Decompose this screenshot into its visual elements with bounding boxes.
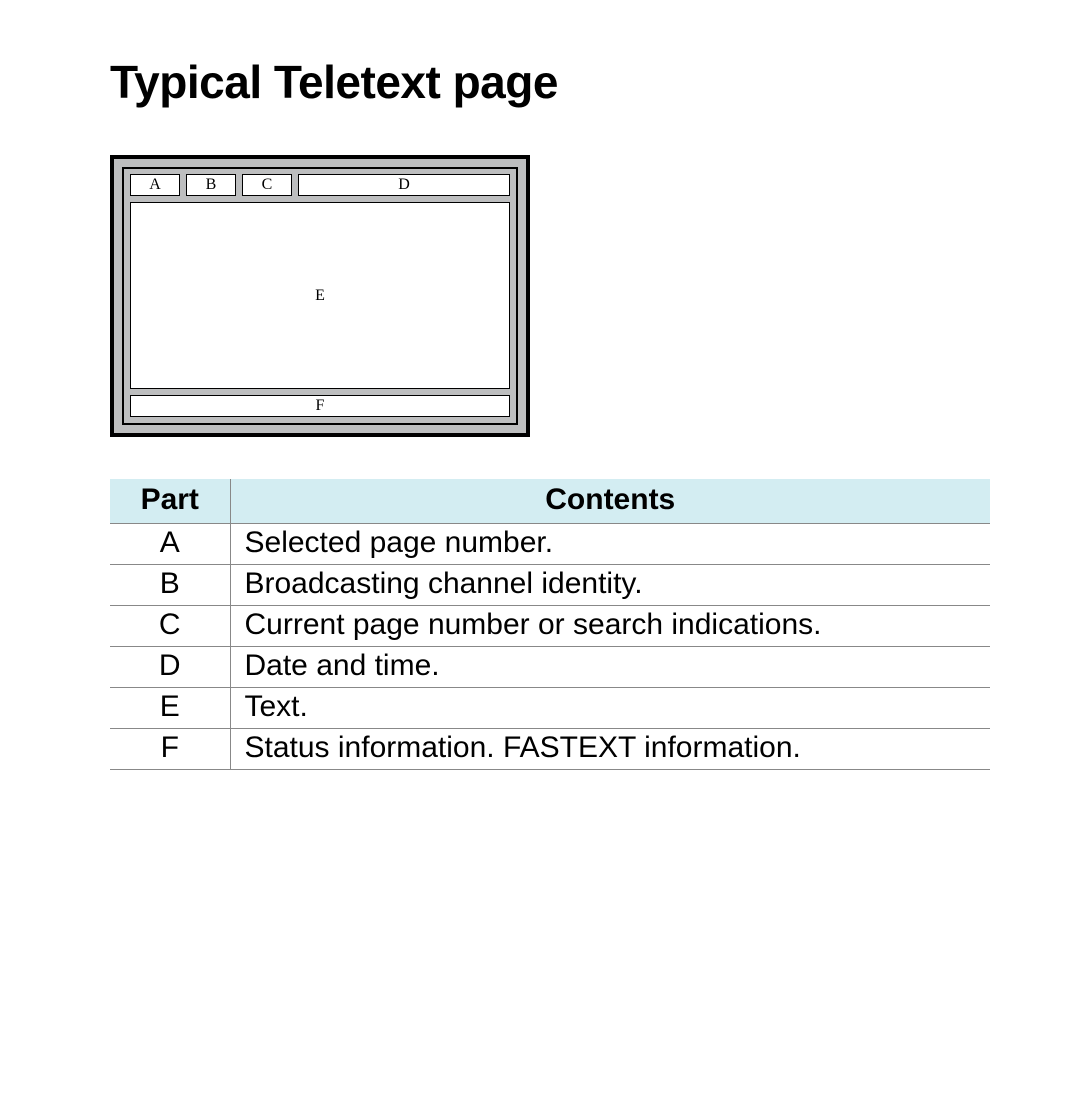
col-header-part: Part xyxy=(110,479,230,524)
part-cell: D xyxy=(110,647,230,688)
contents-cell: Date and time. xyxy=(230,647,990,688)
diagram-region-e: E xyxy=(130,202,510,389)
diagram-frame: A B C D E F xyxy=(122,167,518,425)
table-header-row: Part Contents xyxy=(110,479,990,524)
contents-cell: Status information. FASTEXT information. xyxy=(230,729,990,770)
diagram-region-d: D xyxy=(298,174,510,196)
part-cell: C xyxy=(110,606,230,647)
contents-cell: Broadcasting channel identity. xyxy=(230,565,990,606)
part-cell: B xyxy=(110,565,230,606)
part-cell: E xyxy=(110,688,230,729)
diagram-region-b: B xyxy=(186,174,236,196)
diagram-region-c: C xyxy=(242,174,292,196)
part-cell: F xyxy=(110,729,230,770)
col-header-contents: Contents xyxy=(230,479,990,524)
contents-cell: Selected page number. xyxy=(230,524,990,565)
contents-cell: Text. xyxy=(230,688,990,729)
table-row: E Text. xyxy=(110,688,990,729)
part-cell: A xyxy=(110,524,230,565)
table-row: C Current page number or search indicati… xyxy=(110,606,990,647)
table-row: D Date and time. xyxy=(110,647,990,688)
teletext-diagram: A B C D E F xyxy=(110,155,530,437)
diagram-region-a: A xyxy=(130,174,180,196)
table-row: B Broadcasting channel identity. xyxy=(110,565,990,606)
parts-table: Part Contents A Selected page number. B … xyxy=(110,479,990,770)
page-title: Typical Teletext page xyxy=(110,55,990,109)
table-row: F Status information. FASTEXT informatio… xyxy=(110,729,990,770)
diagram-top-row: A B C D xyxy=(130,174,510,196)
diagram-region-f: F xyxy=(130,395,510,417)
table-row: A Selected page number. xyxy=(110,524,990,565)
contents-cell: Current page number or search indication… xyxy=(230,606,990,647)
